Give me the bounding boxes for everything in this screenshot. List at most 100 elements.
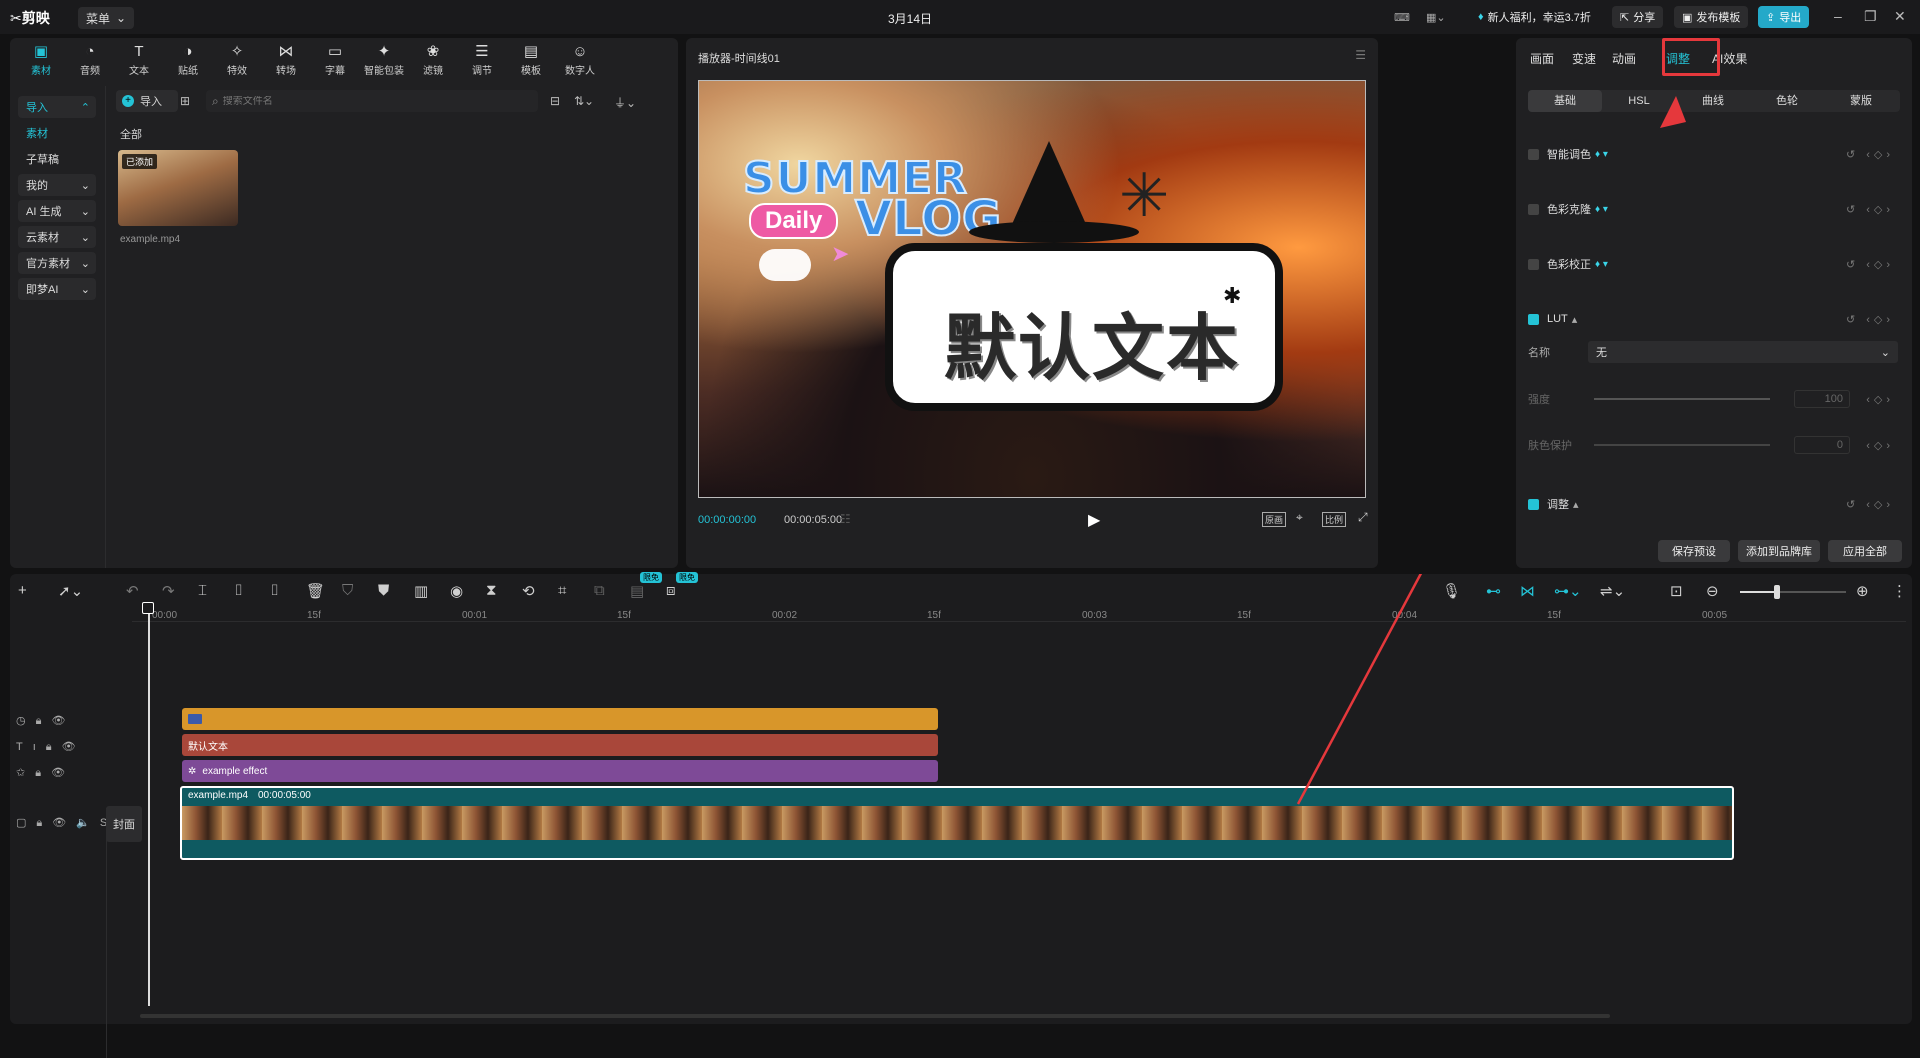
original-quality-button[interactable]: 原画	[1262, 512, 1287, 527]
text-clip[interactable]: 默认文本	[182, 734, 938, 756]
strength-value[interactable]: 100	[1794, 390, 1850, 408]
video-clip[interactable]: example.mp4 00:00:05:00	[180, 786, 1734, 860]
rotate-icon[interactable]: ⟲	[522, 582, 535, 600]
color-correct-checkbox[interactable]	[1528, 258, 1539, 270]
sub-tab-1[interactable]: HSL	[1602, 90, 1676, 112]
split-right-icon[interactable]: ⌷	[270, 582, 279, 599]
keyframe-controls[interactable]: ↺ ‹◇›	[1846, 498, 1894, 511]
play-icon[interactable]: ▶	[1088, 510, 1100, 530]
sub-tab-4[interactable]: 蒙版	[1824, 90, 1898, 112]
ai-tool-icon[interactable]: ▤	[630, 582, 644, 600]
text-track-controls[interactable]: Tı🔒︎👁︎	[16, 740, 86, 754]
more-icon[interactable]: ⋮	[1892, 582, 1907, 600]
zoom-in-icon[interactable]: ⊕	[1856, 582, 1869, 600]
video-track-controls[interactable]: ▢🔒︎👁︎🔈S	[16, 816, 117, 830]
view-options-icon[interactable]: ⊟	[550, 94, 560, 108]
sticker-clip[interactable]	[182, 708, 938, 730]
sidebar-item-0[interactable]: 导入 ⌃	[18, 96, 96, 118]
smart-color-row[interactable]: 智能调色 ♦ ▾ ↺ ‹◇›	[1528, 142, 1900, 166]
property-tab-2[interactable]: 动画	[1612, 50, 1636, 67]
keyframe-controls[interactable]: ↺ ‹◇›	[1846, 313, 1894, 326]
zoom-slider[interactable]	[1740, 585, 1846, 599]
search-box[interactable]: ⌕	[206, 90, 538, 112]
import-button[interactable]: + 导入	[116, 90, 178, 112]
main-track-magnet-icon[interactable]: ⊷	[1486, 582, 1501, 600]
select-tool-icon[interactable]: ➚⌄	[58, 582, 83, 600]
linkage-icon[interactable]: ⊶⌄	[1554, 582, 1582, 600]
tool-tab-adjust[interactable]: ☰ 调节	[459, 42, 505, 82]
lut-checkbox[interactable]	[1528, 313, 1539, 325]
save-preset-button[interactable]: 保存预设	[1658, 540, 1730, 562]
sidebar-item-2[interactable]: 子草稿	[18, 148, 96, 170]
smart-crop-icon[interactable]: ⧈	[666, 582, 676, 599]
freeze-icon[interactable]: ▥	[414, 582, 428, 600]
time-ruler[interactable]	[132, 602, 1906, 622]
microphone-icon[interactable]: 🎙︎	[1442, 582, 1461, 600]
reverse-play-icon[interactable]: ◉	[450, 582, 463, 600]
split-left-icon[interactable]: ⌷	[234, 582, 243, 599]
marker-icon[interactable]: ⛉	[342, 582, 353, 599]
tool-tab-filter[interactable]: ❀ 滤镜	[410, 42, 456, 82]
cover-button[interactable]: 封面	[106, 806, 142, 842]
keyboard-icon[interactable]: ⌨	[1386, 6, 1418, 28]
resize-icon[interactable]: ⧉	[594, 582, 605, 599]
sidebar-item-7[interactable]: 即梦AI ⌄	[18, 278, 96, 300]
fit-timeline-icon[interactable]: ⊡	[1670, 582, 1683, 600]
sidebar-item-1[interactable]: 素材	[18, 122, 96, 144]
lut-name-select[interactable]: 无 ⌄	[1588, 341, 1898, 363]
tool-tab-audio[interactable]: ◔ 音频	[67, 42, 113, 82]
sidebar-item-3[interactable]: 我的 ⌄	[18, 174, 96, 196]
tool-tab-sticker[interactable]: ◑ 贴纸	[165, 42, 211, 82]
auto-snap-icon[interactable]: ⋈	[1520, 582, 1535, 600]
keyframe-controls[interactable]: ↺ ‹◇›	[1846, 258, 1894, 271]
undo-icon[interactable]: ↶	[126, 582, 139, 600]
keyframe-controls[interactable]: ‹◇›	[1866, 393, 1894, 406]
add-track-icon[interactable]: +	[18, 582, 27, 599]
focus-icon[interactable]: ⌖	[1296, 510, 1303, 525]
tool-tab-template[interactable]: ▤ 模板	[508, 42, 554, 82]
add-brand-button[interactable]: 添加到品牌库	[1738, 540, 1820, 562]
sidebar-item-6[interactable]: 官方素材 ⌄	[18, 252, 96, 274]
tool-tab-smart-package[interactable]: ✦ 智能包装	[361, 42, 407, 82]
keyframe-controls[interactable]: ↺ ‹◇›	[1846, 203, 1894, 216]
tool-tab-media[interactable]: ▣ 素材	[18, 42, 64, 82]
sub-tab-3[interactable]: 色轮	[1750, 90, 1824, 112]
lut-row[interactable]: LUT ▴ ↺ ‹◇›	[1528, 307, 1900, 331]
sticker-track-controls[interactable]: ◷🔒︎👁︎	[16, 714, 75, 728]
color-clone-row[interactable]: 色彩克隆 ♦ ▾ ↺ ‹◇›	[1528, 197, 1900, 221]
effect-track-controls[interactable]: ✩🔒︎👁︎	[16, 766, 75, 780]
share-button[interactable]: ⇱ 分享	[1612, 6, 1664, 28]
fullscreen-icon[interactable]: ⤢	[1358, 510, 1368, 525]
maximize-icon[interactable]: ❐	[1864, 8, 1877, 25]
redo-icon[interactable]: ↷	[162, 582, 175, 600]
zoom-out-icon[interactable]: ⊖	[1706, 582, 1719, 600]
grid-view-icon[interactable]: ⊞	[180, 94, 190, 108]
sub-tab-0[interactable]: 基础	[1528, 90, 1602, 112]
sidebar-item-4[interactable]: AI 生成 ⌄	[18, 200, 96, 222]
mirror-icon[interactable]: ⧗	[486, 582, 497, 599]
ratio-button[interactable]: 比例	[1322, 512, 1347, 527]
tool-tab-digital-human[interactable]: ☺ 数字人	[557, 42, 603, 82]
sub-tab-2[interactable]: 曲线	[1676, 90, 1750, 112]
property-tab-0[interactable]: 画面	[1530, 50, 1554, 67]
promo-badge[interactable]: ♦ 新人福利，幸运3.7折	[1470, 6, 1599, 28]
tool-tab-text[interactable]: T 文本	[116, 42, 162, 82]
publish-template-button[interactable]: ▣ 发布模板	[1674, 6, 1749, 28]
skin-protect-value[interactable]: 0	[1794, 436, 1850, 454]
playhead-handle[interactable]	[142, 602, 154, 614]
adjust-row[interactable]: 调整 ▴ ↺ ‹◇›	[1528, 492, 1900, 516]
tool-tab-transition[interactable]: ⋈ 转场	[263, 42, 309, 82]
tool-tab-effects[interactable]: ✧ 特效	[214, 42, 260, 82]
adjust-checkbox[interactable]	[1528, 498, 1539, 510]
color-clone-checkbox[interactable]	[1528, 203, 1539, 215]
split-icon[interactable]: ⌶	[198, 582, 207, 599]
shield-icon[interactable]: ⛊	[378, 582, 389, 599]
property-tab-1[interactable]: 变速	[1572, 50, 1596, 67]
filter-icon[interactable]: ⏚⌄	[614, 94, 636, 111]
sidebar-item-5[interactable]: 云素材 ⌄	[18, 226, 96, 248]
preview-axis-icon[interactable]: ⇌⌄	[1600, 582, 1625, 600]
apply-all-button[interactable]: 应用全部	[1828, 540, 1902, 562]
minimize-icon[interactable]: –	[1834, 8, 1842, 24]
horizontal-scrollbar[interactable]	[140, 1014, 1610, 1018]
timecode-grid-icon[interactable]: ☷	[840, 512, 851, 526]
